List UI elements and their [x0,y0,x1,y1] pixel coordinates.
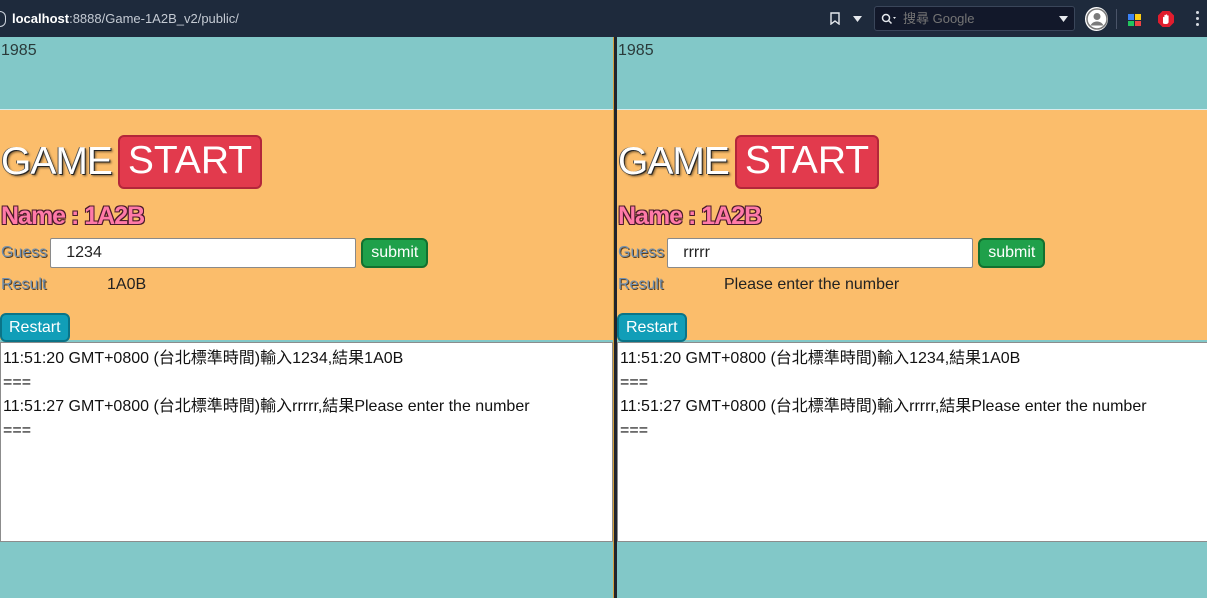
result-value: 1A0B [107,276,147,293]
guess-input[interactable] [667,238,974,268]
game-panel: GAME START Name : 1A2B Guess submit Resu… [617,109,1207,342]
submit-button[interactable]: submit [978,238,1046,268]
start-badge: START [117,135,263,189]
left-pane: 1985 GAME START Name : 1A2B Guess submit… [0,37,614,598]
title-game: GAME [618,140,730,183]
search-dropdown-icon[interactable] [1059,15,1069,22]
history-log[interactable]: 11:51:20 GMT+0800 (台北標準時間)輸入1234,結果1A0B … [0,342,613,542]
bookmark-icon[interactable] [824,8,846,30]
guess-row: Guess submit [618,238,1046,268]
result-label: Result [618,276,664,293]
guess-label: Guess [1,244,48,261]
restart-button[interactable]: Restart [617,313,687,342]
search-input[interactable] [903,11,1054,26]
address-bar[interactable]: localhost:8888/Game-1A2B_v2/public/ [0,0,868,37]
result-label: Result [1,276,47,293]
guess-label: Guess [618,244,665,261]
profile-avatar-icon[interactable] [1085,6,1109,31]
game-name: Name : 1A2B [618,202,762,230]
browser-toolbar: localhost:8888/Game-1A2B_v2/public/ [0,0,1207,37]
restart-button[interactable]: Restart [0,313,70,342]
history-log[interactable]: 11:51:20 GMT+0800 (台北標準時間)輸入1234,結果1A0B … [617,342,1207,542]
top-number: 1985 [1,42,37,59]
search-box[interactable] [874,6,1076,31]
extension-icon[interactable] [1125,9,1144,29]
toolbar-divider [1116,8,1118,29]
title-game: GAME [1,140,113,183]
top-number: 1985 [618,42,654,59]
start-badge: START [734,135,880,189]
chevron-down-icon[interactable] [846,8,868,30]
game-title: GAME START [618,135,880,189]
right-pane: 1985 GAME START Name : 1A2B Guess submit… [617,37,1207,598]
game-panel: GAME START Name : 1A2B Guess submit Resu… [0,109,613,342]
menu-icon[interactable] [1188,9,1207,29]
result-row: Result 1A0B [1,276,146,294]
url-text[interactable]: localhost:8888/Game-1A2B_v2/public/ [12,11,239,26]
result-value: Please enter the number [724,276,900,293]
game-title: GAME START [1,135,263,189]
search-icon [881,13,896,24]
guess-input[interactable] [50,238,357,268]
game-name: Name : 1A2B [1,202,145,230]
guess-row: Guess submit [1,238,429,268]
result-row: Result Please enter the number [618,276,899,294]
page-info-icon[interactable] [0,10,6,27]
submit-button[interactable]: submit [361,238,429,268]
adblock-icon[interactable] [1156,9,1175,29]
